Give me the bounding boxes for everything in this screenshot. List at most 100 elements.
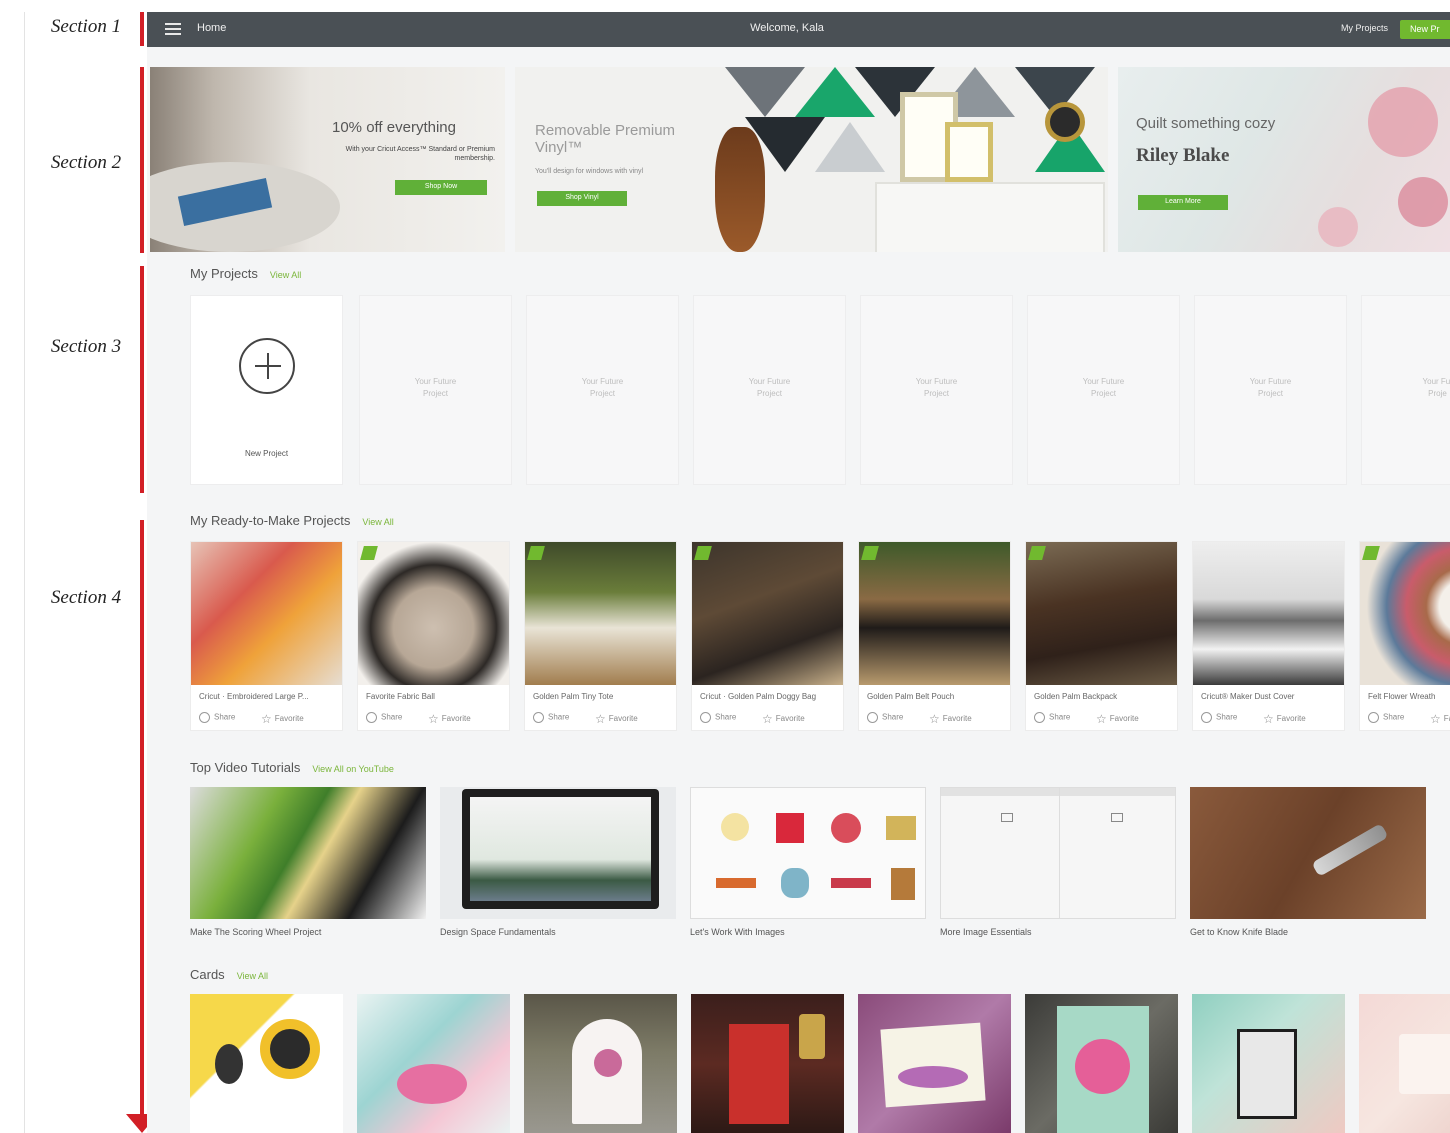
card-project-tile[interactable] [1025, 994, 1178, 1133]
video-thumbnail[interactable] [1190, 787, 1426, 919]
card-project-tile[interactable] [858, 994, 1011, 1133]
share-action[interactable]: Share [1034, 712, 1070, 723]
project-placeholder-card: Your Future Project [526, 295, 679, 485]
section-1-bracket [140, 12, 144, 46]
pastel-card-image [1399, 1034, 1450, 1094]
promo-banner-vinyl[interactable]: Removable Premium Vinyl™ You'll design f… [515, 67, 1108, 252]
video-tutorial-card[interactable]: Let's Work With Images [690, 787, 926, 944]
ready-to-make-view-all-link[interactable]: View All [362, 517, 393, 527]
ready-to-make-card[interactable]: Golden Palm Tiny Tote Share ☆ Favorite [524, 541, 677, 731]
video-title[interactable]: Get to Know Knife Blade [1190, 927, 1288, 937]
project-placeholder-text: Your Future Project [414, 377, 457, 398]
project-title[interactable]: Cricut® Maker Dust Cover [1201, 692, 1339, 701]
favorite-action[interactable]: ☆Favorite [762, 712, 805, 726]
card-project-tile[interactable] [691, 994, 844, 1133]
video-tutorial-card[interactable]: Design Space Fundamentals [440, 787, 676, 944]
project-thumbnail[interactable] [859, 542, 1010, 685]
video-thumbnail[interactable] [190, 787, 426, 919]
banner-quilt-pattern [1398, 177, 1448, 227]
share-label: Share [548, 712, 570, 722]
ready-to-make-card[interactable]: Cricut · Golden Palm Doggy Bag Share ☆ Fa… [691, 541, 844, 731]
promo-banner-discount[interactable]: 10% off everything With your Cricut Acce… [150, 67, 505, 252]
video-tutorial-card[interactable]: Get to Know Knife Blade [1190, 787, 1426, 944]
ready-to-make-card[interactable]: Cricut® Maker Dust Cover Share ☆ Favorite [1192, 541, 1345, 731]
project-title[interactable]: Favorite Fabric Ball [366, 692, 504, 701]
project-placeholder-text: Your Future Project [1249, 377, 1292, 398]
favorite-action[interactable]: ☆Favorite [929, 712, 972, 726]
banner-headline: Removable Premium Vinyl™ [535, 122, 676, 156]
nav-home-link[interactable]: Home [197, 22, 226, 34]
card-project-tile[interactable] [524, 994, 677, 1133]
project-thumbnail[interactable] [191, 542, 342, 685]
banner-learn-more-button[interactable]: Learn More [1138, 195, 1228, 210]
new-project-label: New Project [244, 449, 289, 458]
video-tutorial-card[interactable]: Make The Scoring Wheel Project [190, 787, 426, 944]
project-title[interactable]: Cricut · Embroidered Large P... [199, 692, 337, 701]
video-thumbnail[interactable] [940, 787, 1176, 919]
video-title[interactable]: More Image Essentials [940, 927, 1032, 937]
favorite-action[interactable]: ☆Favorite [1096, 712, 1139, 726]
share-action[interactable]: Share [1201, 712, 1237, 723]
share-action[interactable]: Share [366, 712, 402, 723]
video-title[interactable]: Let's Work With Images [690, 927, 785, 937]
favorite-action[interactable]: ☆Favorite [1430, 712, 1450, 726]
project-thumbnail[interactable] [1193, 542, 1344, 685]
project-thumbnail[interactable] [1026, 542, 1177, 685]
project-title[interactable]: Golden Palm Belt Pouch [867, 692, 1005, 701]
project-thumbnail[interactable] [692, 542, 843, 685]
share-action[interactable]: Share [700, 712, 736, 723]
divider [1059, 788, 1060, 918]
project-title[interactable]: Felt Flower Wreath [1368, 692, 1450, 701]
favorite-action[interactable]: ☆Favorite [1263, 712, 1306, 726]
banner-quilt-pattern [1368, 87, 1438, 157]
banner-picture-frame [945, 122, 993, 182]
project-placeholder-card: Your Future Project [860, 295, 1013, 485]
card-project-tile[interactable] [1192, 994, 1345, 1133]
banner-shop-vinyl-button[interactable]: Shop Vinyl [537, 191, 627, 206]
new-project-card[interactable]: New Project [190, 295, 343, 485]
riley-blake-logo: Riley Blake [1136, 145, 1230, 166]
favorite-label: Favorite [274, 714, 304, 724]
ready-to-make-card[interactable]: Felt Flower Wreath Share ☆Favorite [1359, 541, 1450, 731]
ready-to-make-card[interactable]: Golden Palm Belt Pouch Share ☆ Favorite [858, 541, 1011, 731]
share-action[interactable]: Share [199, 712, 235, 723]
nav-my-projects-link[interactable]: My Projects [1341, 23, 1388, 33]
share-icon [199, 712, 210, 723]
video-tutorial-card[interactable]: More Image Essentials [940, 787, 1176, 944]
project-title[interactable]: Golden Palm Backpack [1034, 692, 1172, 701]
favorite-label: Favorite [1276, 714, 1306, 724]
cards-view-all-link[interactable]: View All [237, 971, 268, 981]
ready-to-make-card[interactable]: Golden Palm Backpack Share ☆ Favorite [1025, 541, 1178, 731]
card-project-tile[interactable] [357, 994, 510, 1133]
card-project-tile[interactable] [1359, 994, 1450, 1133]
video-thumbnail[interactable] [690, 787, 926, 919]
video-title[interactable]: Make The Scoring Wheel Project [190, 927, 321, 937]
ready-to-make-card[interactable]: Favorite Fabric Ball Share ☆ Favorite [357, 541, 510, 731]
project-thumbnail[interactable] [358, 542, 509, 685]
banner-shop-now-button[interactable]: Shop Now [395, 180, 487, 195]
share-icon [700, 712, 711, 723]
plus-circle-icon[interactable] [239, 338, 295, 394]
project-thumbnail[interactable] [525, 542, 676, 685]
promo-banner-quilt[interactable]: Quilt something cozy Riley Blake Learn M… [1118, 67, 1450, 252]
project-title[interactable]: Cricut · Golden Palm Doggy Bag [700, 692, 838, 701]
hamburger-menu-icon[interactable] [165, 23, 181, 36]
star-icon: ☆ [1263, 712, 1274, 726]
share-action[interactable]: Share [1368, 712, 1404, 723]
video-thumbnail[interactable] [440, 787, 676, 919]
favorite-action[interactable]: ☆Favorite [428, 712, 471, 726]
project-title[interactable]: Golden Palm Tiny Tote [533, 692, 671, 701]
new-project-button[interactable]: New Pr [1400, 20, 1450, 39]
knife-blade-image [1311, 823, 1389, 877]
share-action[interactable]: Share [867, 712, 903, 723]
project-thumbnail[interactable] [1360, 542, 1450, 685]
my-projects-view-all-link[interactable]: View All [270, 270, 301, 280]
favorite-action[interactable]: ☆Favorite [595, 712, 638, 726]
share-action[interactable]: Share [533, 712, 569, 723]
video-tutorials-view-all-link[interactable]: View All on YouTube [312, 764, 394, 774]
video-title[interactable]: Design Space Fundamentals [440, 927, 556, 937]
card-project-tile[interactable] [190, 994, 343, 1133]
ready-to-make-card[interactable]: Cricut · Embroidered Large P... Share ☆ F… [190, 541, 343, 731]
banner-dresser-image [875, 182, 1105, 252]
favorite-action[interactable]: ☆Favorite [261, 712, 304, 726]
